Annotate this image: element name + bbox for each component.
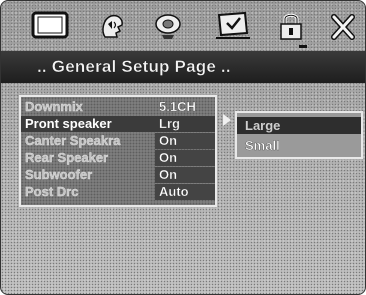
page-title: .. General Setup Page .. — [37, 57, 231, 76]
lock-icon[interactable] — [279, 11, 303, 41]
settings-row-center-speaker[interactable]: Canter Speakra On — [21, 133, 215, 149]
close-icon[interactable] — [331, 11, 355, 41]
setting-value: On — [159, 167, 178, 182]
settings-row-front-speaker[interactable]: Pront speaker Lrg — [21, 116, 215, 132]
settings-row-downmix[interactable]: Downmix 5.1CH — [21, 99, 215, 115]
title-bar: .. General Setup Page .. — [1, 51, 365, 83]
option-large[interactable]: Large — [237, 117, 361, 134]
speaker-size-submenu: Large Small — [235, 111, 363, 159]
submenu-arrow-icon — [223, 114, 231, 126]
option-label: Large — [245, 118, 281, 133]
setting-label: Rear Speaker — [25, 150, 109, 165]
settings-row-post-drc[interactable]: Post Drc Auto — [21, 184, 215, 200]
icon-toolbar — [1, 1, 365, 49]
setting-label: Post Drc — [25, 184, 79, 199]
speaker-icon[interactable] — [153, 11, 183, 41]
settings-list: Downmix 5.1CH Pront speaker Lrg Canter S… — [19, 95, 217, 207]
settings-row-subwoofer[interactable]: Subwoofer On — [21, 167, 215, 183]
setting-value: Auto — [159, 184, 189, 199]
cursor-marker — [299, 45, 307, 48]
tv-icon[interactable] — [31, 11, 69, 41]
option-label: Small — [245, 138, 280, 153]
setting-label: Downmix — [25, 99, 83, 114]
setting-value: On — [159, 150, 178, 165]
audio-icon[interactable] — [97, 11, 127, 41]
setting-value: On — [159, 133, 178, 148]
setup-icon[interactable] — [213, 11, 253, 41]
setting-label: Pront speaker — [25, 116, 112, 131]
setting-label: Canter Speakra — [25, 133, 121, 148]
settings-row-rear-speaker[interactable]: Rear Speaker On — [21, 150, 215, 166]
setting-value: 5.1CH — [159, 99, 196, 114]
setup-screen: .. General Setup Page .. Downmix 5.1CH P… — [0, 0, 366, 295]
setting-label: Subwoofer — [25, 167, 93, 182]
setting-value: Lrg — [159, 116, 180, 131]
option-small[interactable]: Small — [237, 137, 361, 154]
